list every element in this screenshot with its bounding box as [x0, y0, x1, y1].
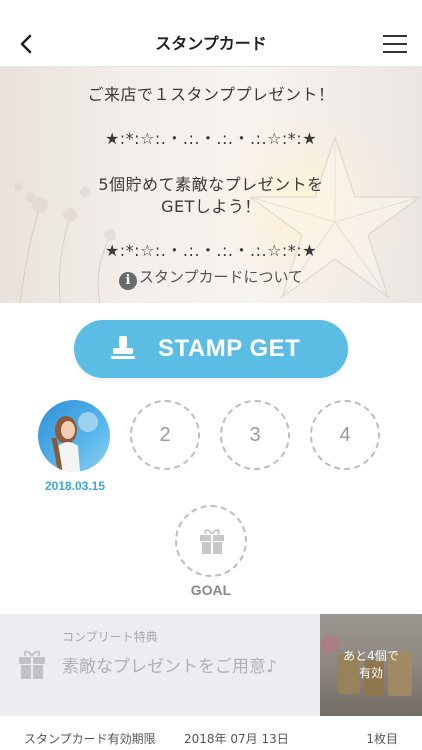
hamburger-menu-icon[interactable]: [382, 32, 408, 56]
stamp-slot-1: [38, 400, 110, 472]
page-title: スタンプカード: [155, 34, 267, 53]
stamp-slot-4: 4: [310, 400, 380, 470]
gift-icon: [19, 650, 45, 679]
status-strip: [0, 0, 422, 22]
stamp-get-label: STAMP GET: [158, 335, 301, 362]
campaign-decor-1: ★:*:☆:.・.:.・.:.・.:.☆:*:★: [104, 129, 318, 148]
complete-reward-heading: コンプリート特典: [62, 630, 158, 644]
about-stamp-card-link[interactable]: i スタンプカードについて: [0, 266, 422, 290]
card-count: 1枚目: [366, 732, 398, 746]
nav-bar: スタンプカード: [0, 22, 422, 67]
stamp-icon: [111, 336, 135, 359]
campaign-line-1: ご来店で１スタンププレゼント！: [87, 85, 335, 104]
remaining-line-2: 有効: [358, 666, 383, 680]
campaign-line-2: 5個貯めて素敵なプレゼントを: [98, 175, 324, 194]
expiry-date: 2018年 07月 13日: [184, 732, 289, 746]
stamp-slot-3: 3: [220, 400, 290, 470]
stamp-slot-2: 2: [130, 400, 200, 470]
remaining-line-1: あと4個で: [343, 649, 399, 663]
stamp-date: 2018.03.15: [44, 479, 106, 493]
goal-label: GOAL: [190, 582, 232, 598]
campaign-banner: ご来店で１スタンププレゼント！ ★:*:☆:.・.:.・.:.・.:.☆:*:★…: [0, 67, 422, 303]
reward-photo: あと4個で 有効: [320, 614, 422, 716]
info-icon: i: [118, 272, 137, 290]
expiry-label: スタンプカード有効期限: [24, 732, 156, 746]
about-link-label: スタンプカードについて: [138, 268, 304, 286]
remaining-count: あと4個で 有効: [320, 648, 422, 682]
goal-slot: [175, 505, 247, 577]
campaign-decor-2: ★:*:☆:.・.:.・.:.・.:.☆:*:★: [104, 241, 318, 260]
complete-reward-bar: コンプリート特典 素敵なプレゼントをご用意♪ あと4個で 有効: [0, 614, 422, 716]
card-footer: スタンプカード有効期限 2018年 07月 13日 1枚目: [0, 716, 422, 750]
complete-reward-text: 素敵なプレゼントをご用意♪: [62, 657, 277, 677]
campaign-line-3: GETしよう！: [161, 197, 261, 216]
stamp-photo: [51, 412, 98, 472]
gift-icon: [200, 529, 224, 554]
stamp-get-button[interactable]: STAMP GET: [74, 320, 348, 378]
